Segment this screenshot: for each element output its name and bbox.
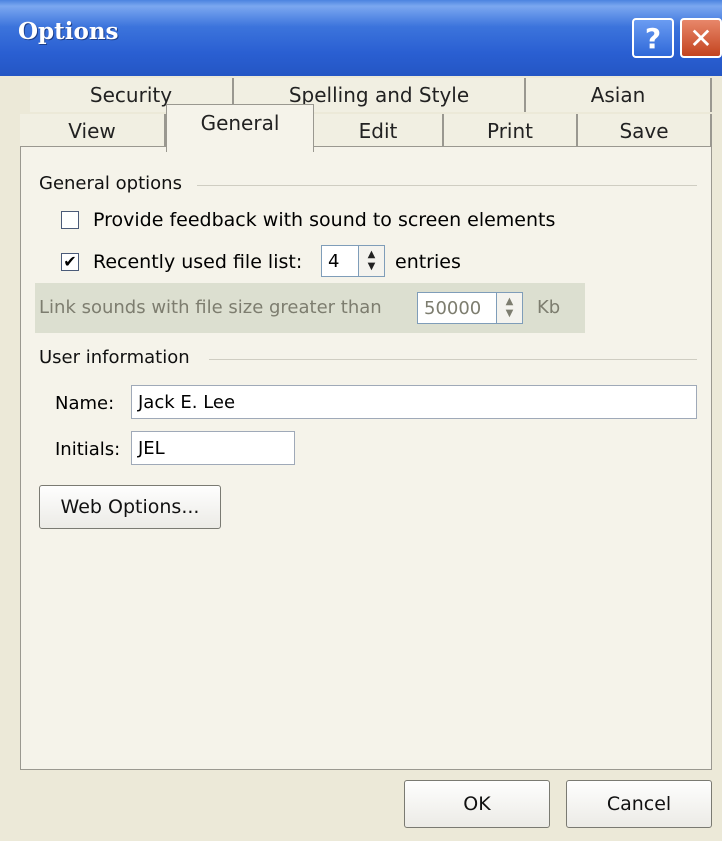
cancel-label: Cancel <box>606 793 672 815</box>
web-options-label: Web Options... <box>60 496 200 518</box>
recent-files-label: Recently used file list: <box>93 251 303 273</box>
spin-down-icon[interactable]: ▼ <box>506 308 514 320</box>
ok-button[interactable]: OK <box>404 780 550 828</box>
link-sounds-size-value: 50000 <box>424 297 482 319</box>
recent-files-count-input[interactable]: 4 <box>321 245 359 277</box>
ok-label: OK <box>463 793 491 815</box>
help-icon: ? <box>644 21 662 55</box>
recent-files-count-value: 4 <box>328 250 340 272</box>
name-field[interactable]: Jack E. Lee <box>131 385 697 419</box>
close-icon: ✕ <box>689 21 713 55</box>
tab-save[interactable]: Save <box>578 114 712 148</box>
tab-print[interactable]: Print <box>444 114 578 148</box>
web-options-button[interactable]: Web Options... <box>39 485 221 529</box>
recent-files-suffix: entries <box>395 251 461 273</box>
tab-general[interactable]: General <box>166 104 314 152</box>
initials-label: Initials: <box>55 439 121 460</box>
window-title: Options <box>18 18 119 45</box>
dialog-body: Security Spelling and Style Asian View G… <box>0 76 722 841</box>
user-information-title: User information <box>39 347 190 368</box>
cancel-button[interactable]: Cancel <box>566 780 712 828</box>
general-tab-panel: General options Provide feedback with so… <box>20 146 712 770</box>
section-divider <box>197 185 697 186</box>
section-divider <box>209 359 697 360</box>
tab-label: General <box>200 110 280 135</box>
feedback-sound-label: Provide feedback with sound to screen el… <box>93 209 556 231</box>
tab-label: Spelling and Style <box>288 83 470 107</box>
recent-files-spinner[interactable]: ▲ ▼ <box>359 245 385 277</box>
tab-label: Security <box>89 83 173 107</box>
link-sounds-size-input[interactable]: 50000 <box>417 292 497 324</box>
tab-label: View <box>68 119 116 143</box>
spin-down-icon[interactable]: ▼ <box>368 261 376 273</box>
tab-edit[interactable]: Edit <box>314 114 444 148</box>
general-options-title: General options <box>39 173 182 194</box>
name-label: Name: <box>55 393 115 414</box>
link-sounds-spinner[interactable]: ▲ ▼ <box>497 292 523 324</box>
tab-label: Edit <box>358 119 398 143</box>
help-button[interactable]: ? <box>632 18 674 58</box>
link-sounds-unit: Kb <box>537 297 561 318</box>
check-icon: ✔ <box>63 252 77 271</box>
name-value: Jack E. Lee <box>138 391 236 413</box>
tab-label: Save <box>619 119 669 143</box>
tab-label: Print <box>486 119 533 143</box>
recent-files-checkbox[interactable]: ✔ <box>61 253 79 271</box>
initials-field[interactable]: JEL <box>131 431 295 465</box>
initials-value: JEL <box>138 437 165 459</box>
tab-asian[interactable]: Asian <box>526 78 712 112</box>
title-bar[interactable]: Options ? ✕ <box>0 0 722 76</box>
close-button[interactable]: ✕ <box>680 18 722 58</box>
spin-up-icon[interactable]: ▲ <box>368 249 376 261</box>
link-sounds-label: Link sounds with file size greater than <box>39 297 382 318</box>
tab-label: Asian <box>590 83 646 107</box>
spin-up-icon[interactable]: ▲ <box>506 296 514 308</box>
feedback-sound-checkbox[interactable] <box>61 211 79 229</box>
tab-view[interactable]: View <box>20 114 166 148</box>
